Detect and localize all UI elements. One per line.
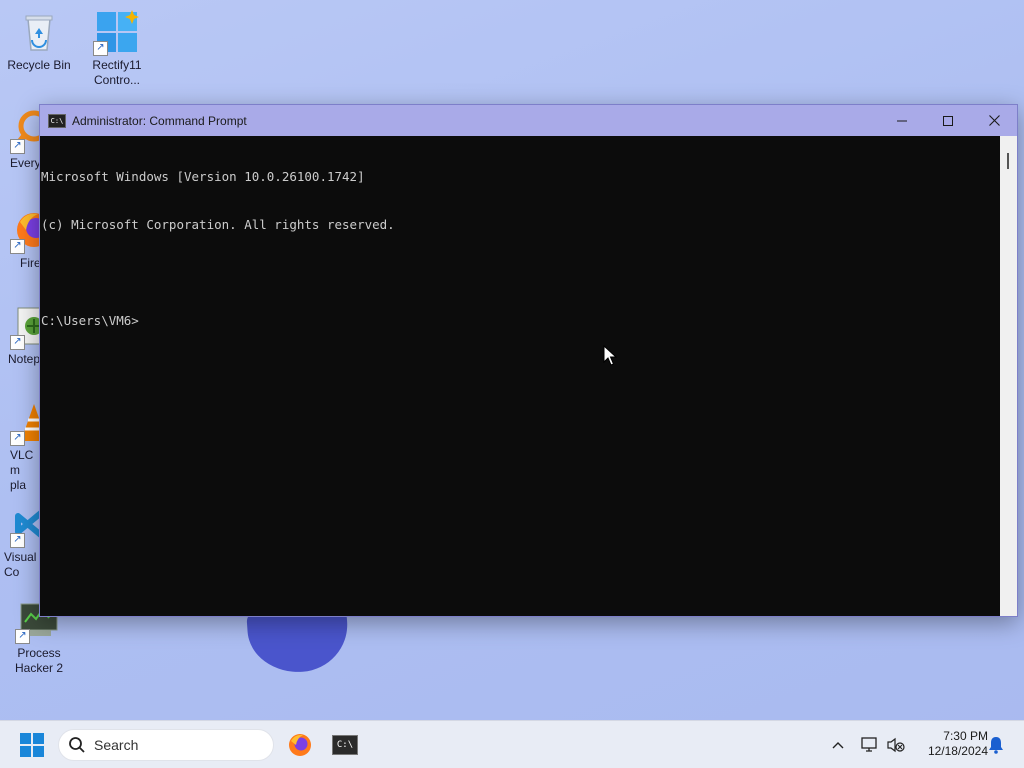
desktop-icon-label: VLC m pla <box>10 448 34 492</box>
volume-muted-icon <box>887 737 905 753</box>
minimize-icon <box>897 120 907 121</box>
window-title: Administrator: Command Prompt <box>72 113 247 128</box>
mouse-pointer-icon <box>603 345 617 366</box>
firefox-icon: ↗ <box>10 208 40 254</box>
desktop-icon-label: Notep <box>8 352 40 366</box>
shortcut-arrow-icon: ↗ <box>10 335 25 350</box>
network-icon <box>861 737 877 752</box>
cmd-icon: C:\ <box>332 735 358 755</box>
desktop-icon-label: Every <box>10 156 40 170</box>
minimize-button[interactable] <box>879 105 925 136</box>
desktop-icon-label: Visual Co <box>4 550 37 579</box>
everything-icon: ↗ <box>10 108 40 154</box>
vscode-icon: ↗ <box>10 502 40 548</box>
taskbar-app-cmd[interactable]: C:\ <box>329 729 361 761</box>
taskbar: Search C:\ 7:30 PM 12/18/2024 <box>0 720 1024 768</box>
close-icon <box>988 115 1000 126</box>
close-button[interactable] <box>971 105 1017 136</box>
window-titlebar[interactable]: C:\ Administrator: Command Prompt <box>40 105 1017 136</box>
search-placeholder: Search <box>94 737 139 753</box>
desktop-icon-firefox[interactable]: ↗ Fire <box>0 208 40 271</box>
shortcut-arrow-icon: ↗ <box>15 629 30 644</box>
console-line: (c) Microsoft Corporation. All rights re… <box>41 217 395 232</box>
console-output[interactable]: Microsoft Windows [Version 10.0.26100.17… <box>40 136 1000 616</box>
search-icon <box>69 737 85 753</box>
taskbar-app-firefox[interactable] <box>284 729 316 761</box>
desktop-icon-label: Fire <box>20 256 40 270</box>
clock-date: 12/18/2024 <box>927 744 988 758</box>
console-prompt[interactable]: C:\Users\VM6> <box>41 313 1000 329</box>
scrollbar-thumb[interactable] <box>1007 153 1009 169</box>
window-controls <box>879 105 1017 136</box>
notifications-button[interactable] <box>986 735 1006 755</box>
windows-logo-icon <box>20 733 44 757</box>
desktop-icon-vscode[interactable]: ↗ Visual Co <box>0 502 40 580</box>
desktop-icon-vlc[interactable]: ↗ VLC m pla <box>0 400 40 493</box>
desktop-icon-label: Recycle Bin <box>7 58 71 72</box>
desktop-icon-notepad[interactable]: ↗ Notep <box>0 304 40 367</box>
firefox-icon <box>289 734 311 756</box>
shortcut-arrow-icon: ↗ <box>10 239 25 254</box>
show-hidden-icons-button[interactable] <box>828 735 848 755</box>
clock-time: 7:30 PM <box>943 729 988 743</box>
console-scrollbar[interactable] <box>1000 136 1017 616</box>
maximize-icon <box>943 115 953 126</box>
vlc-icon: ↗ <box>10 400 40 446</box>
shortcut-arrow-icon: ↗ <box>10 139 25 154</box>
chevron-up-icon <box>832 742 844 749</box>
desktop-icon-recycle-bin[interactable]: Recycle Bin <box>0 10 78 73</box>
desktop-icon-label: Rectify11 Contro... <box>92 58 142 87</box>
shortcut-arrow-icon: ↗ <box>10 533 25 548</box>
shortcut-arrow-icon: ↗ <box>93 41 108 56</box>
bell-icon <box>989 737 1003 754</box>
command-prompt-window[interactable]: C:\ Administrator: Command Prompt Micros… <box>39 104 1018 617</box>
taskbar-clock[interactable]: 7:30 PM 12/18/2024 <box>912 729 988 759</box>
start-button[interactable] <box>20 733 44 757</box>
maximize-button[interactable] <box>925 105 971 136</box>
volume-button[interactable] <box>886 735 906 755</box>
desktop-icon-everything[interactable]: ↗ Every <box>0 108 40 171</box>
shortcut-arrow-icon: ↗ <box>10 431 25 446</box>
control-panel-icon: ↗ <box>93 10 139 56</box>
cmd-app-icon: C:\ <box>48 113 66 128</box>
network-button[interactable] <box>860 735 880 755</box>
console-line: Microsoft Windows [Version 10.0.26100.17… <box>41 169 365 184</box>
taskbar-search[interactable]: Search <box>58 729 274 761</box>
recycle-bin-icon <box>17 10 61 54</box>
desktop-icon-rectify11[interactable]: ↗ Rectify11 Contro... <box>78 10 156 88</box>
desktop-icon-label: Process Hacker 2 <box>14 646 64 675</box>
notepad-icon: ↗ <box>10 304 40 350</box>
